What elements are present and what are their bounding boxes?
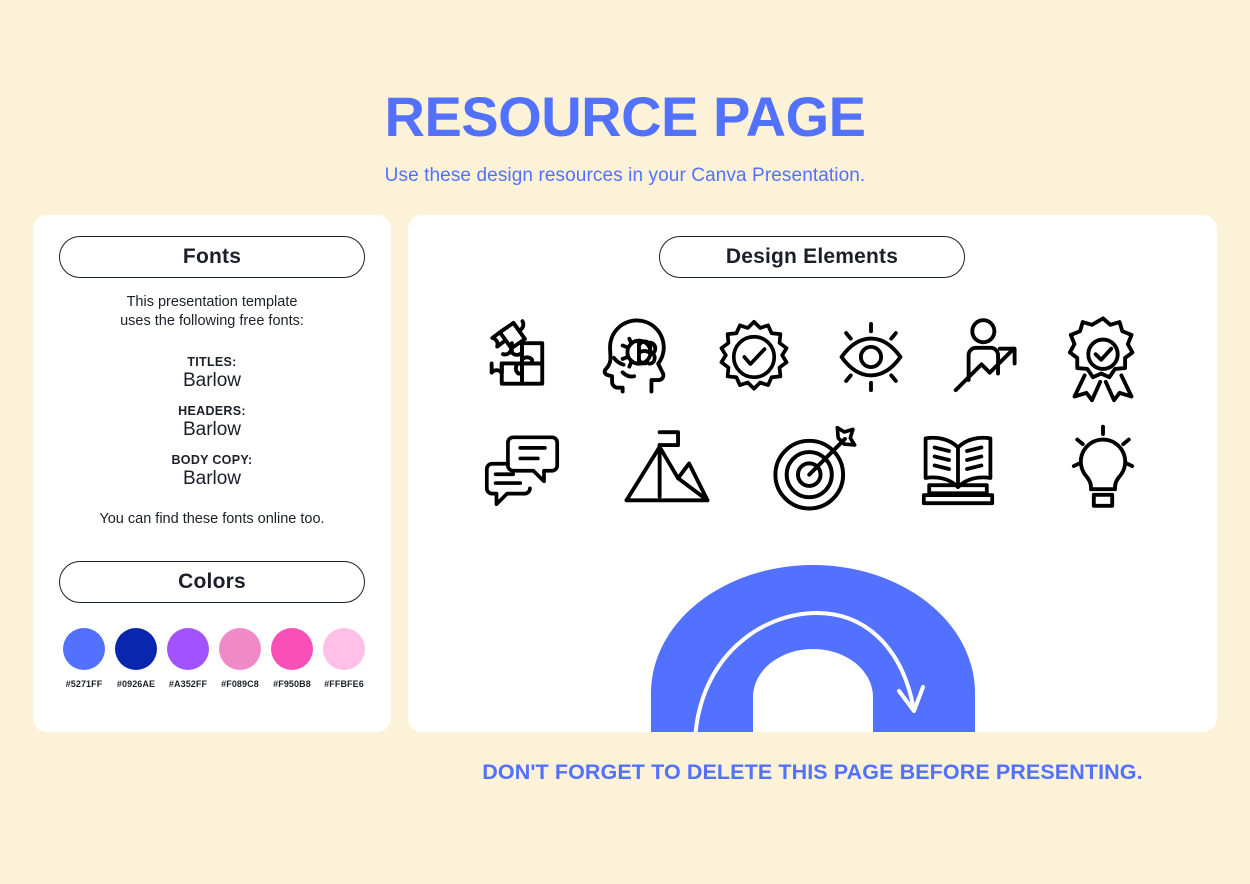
color-dot-2 [115, 628, 157, 670]
target-arrow-icon [761, 417, 865, 521]
color-swatch-6: #FFBFE6 [318, 628, 370, 689]
color-dot-3 [167, 628, 209, 670]
color-dot-4 [219, 628, 261, 670]
font-row-body-copy: BODY COPY: Barlow [33, 453, 391, 491]
font-list: TITLES: Barlow HEADERS: Barlow BODY COPY… [33, 355, 391, 501]
design-icon-grid [470, 301, 1155, 525]
color-swatch-1: #5271FF [58, 628, 110, 689]
gear-check-icon [702, 305, 806, 409]
font-name-body-copy: Barlow [182, 467, 242, 489]
head-brain-icon [586, 305, 690, 409]
font-name-titles: Barlow [182, 370, 242, 391]
color-swatch-5: #F950B8 [266, 628, 318, 689]
fonts-intro-text: This presentation template uses the foll… [33, 293, 391, 330]
arch-graphic-container [408, 553, 1217, 732]
design-elements-card: Design Elements [408, 215, 1217, 732]
color-hex-label-6: #FFBFE6 [324, 679, 364, 689]
person-growth-arrow-icon [935, 305, 1039, 409]
color-hex-label-5: #F950B8 [273, 679, 311, 689]
page-subtitle: Use these design resources in your Canva… [384, 164, 866, 186]
page-header: RESOURCE PAGE Use these design resources… [0, 85, 1250, 187]
design-elements-heading-pill: Design Elements [659, 236, 965, 278]
color-dot-6 [323, 628, 365, 670]
delete-page-warning: DON'T FORGET TO DELETE THIS PAGE BEFORE … [482, 760, 1143, 784]
lightbulb-icon [1051, 417, 1155, 521]
font-row-titles: TITLES: Barlow [33, 355, 391, 393]
eye-vision-icon [819, 305, 923, 409]
design-elements-heading-label: Design Elements [725, 245, 899, 268]
fonts-intro-line-1: This presentation template [126, 294, 298, 310]
blue-arch-arrow-graphic [651, 565, 975, 732]
fonts-intro-line-2: uses the following free fonts: [120, 312, 304, 329]
fonts-outro-text: You can find these fonts online too. [99, 511, 325, 527]
color-hex-label-2: #0926AE [116, 679, 156, 689]
open-book-icon [906, 417, 1010, 521]
font-role-titles: TITLES: [187, 355, 237, 369]
font-row-headers: HEADERS: Barlow [33, 404, 391, 442]
colors-heading-pill: Colors [59, 561, 365, 603]
color-swatch-4: #F089C8 [214, 628, 266, 689]
font-role-body-copy: BODY COPY: [171, 452, 253, 467]
fonts-heading-label: Fonts [182, 245, 242, 268]
color-swatch-list: #5271FF #0926AE #A352FF #F089C8 #F950B8 … [58, 628, 370, 689]
font-name-headers: Barlow [182, 418, 242, 440]
fonts-heading-pill: Fonts [59, 236, 365, 278]
design-icon-row-2 [470, 413, 1155, 525]
design-icon-row-1 [470, 301, 1155, 413]
color-swatch-2: #0926AE [110, 628, 162, 689]
color-hex-label-4: #F089C8 [221, 679, 259, 689]
font-role-headers: HEADERS: [178, 403, 246, 418]
mountain-flag-icon [615, 417, 719, 521]
slide-canvas: RESOURCE PAGE Use these design resources… [0, 0, 1250, 884]
color-hex-label-3: #A352FF [168, 679, 208, 689]
award-ribbon-check-icon [1051, 305, 1155, 409]
color-hex-label-1: #5271FF [65, 679, 103, 689]
color-swatch-3: #A352FF [162, 628, 214, 689]
colors-heading-label: Colors [178, 570, 246, 593]
page-title: RESOURCE PAGE [384, 85, 866, 148]
puzzle-pieces-icon [470, 305, 574, 409]
color-dot-1 [63, 628, 105, 670]
color-dot-5 [271, 628, 313, 670]
speech-bubbles-icon [470, 417, 574, 521]
fonts-and-colors-card: Fonts This presentation template uses th… [33, 215, 391, 732]
